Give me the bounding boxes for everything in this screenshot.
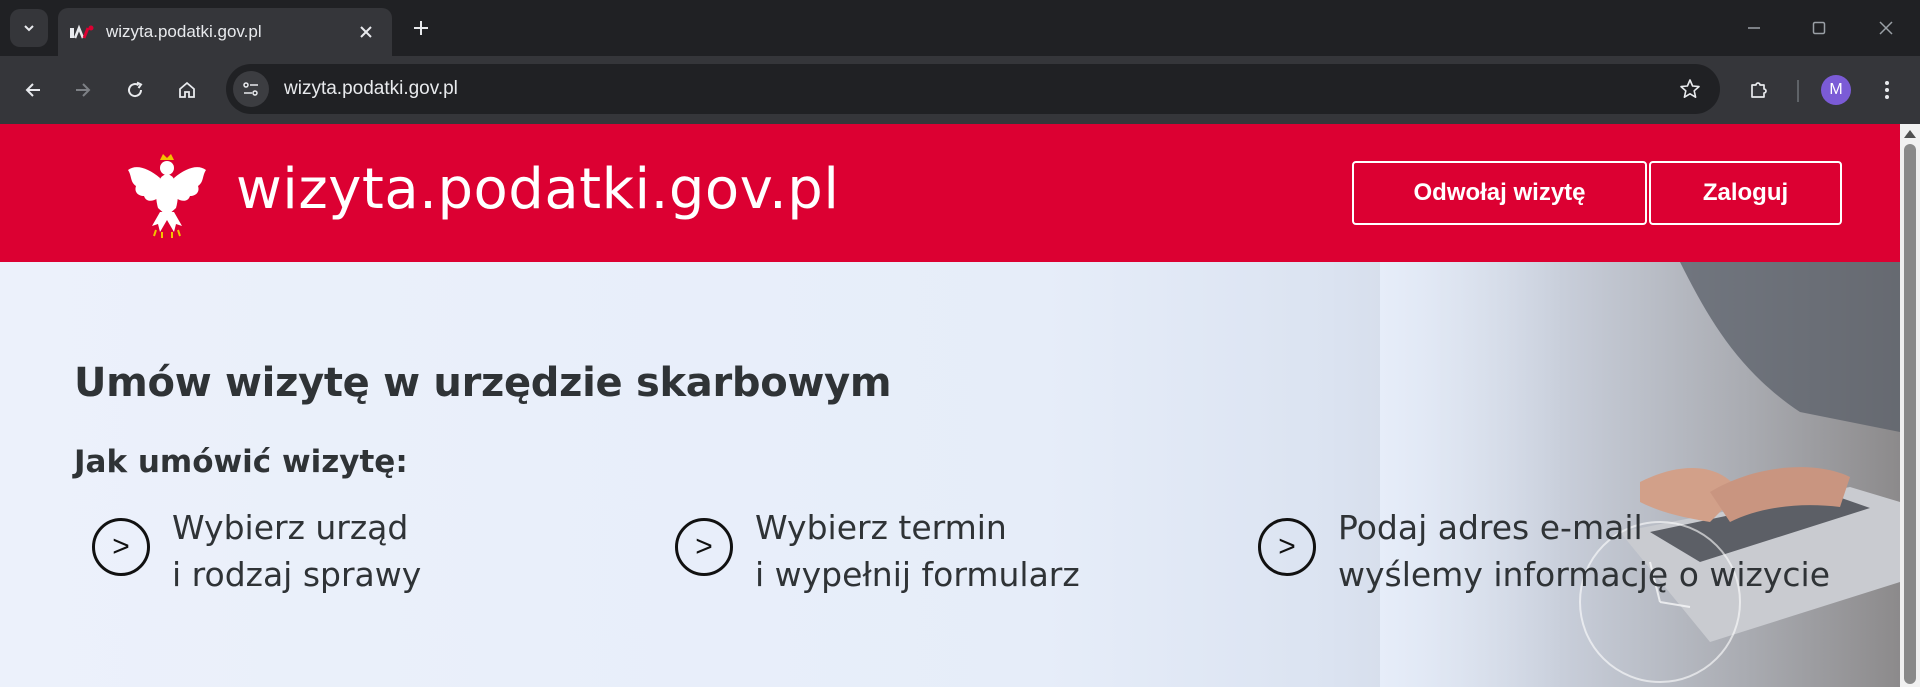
profile-button[interactable]: M <box>1817 71 1855 109</box>
tune-icon <box>243 82 258 96</box>
step-text-line2: wyślemy informację o wizycie <box>1338 555 1831 594</box>
new-tab-button[interactable] <box>406 13 436 43</box>
page-viewport: wizyta.podatki.gov.pl Odwołaj wizytę Zal… <box>0 124 1900 687</box>
minimize-icon <box>1748 27 1760 29</box>
star-icon <box>1680 79 1700 98</box>
site-favicon-icon <box>70 24 94 39</box>
plus-icon <box>414 21 428 35</box>
extensions-button[interactable] <box>1740 71 1778 109</box>
step-text-line2: i wypełnij formularz <box>755 555 1080 594</box>
step-item: > Podaj adres e-mail wyślemy informację … <box>1258 504 1830 598</box>
chevron-right-icon: > <box>92 518 150 576</box>
scrollbar-thumb[interactable] <box>1904 144 1916 684</box>
step-text: Wybierz termin i wypełnij formularz <box>755 504 1080 598</box>
step-text-line1: Wybierz urząd <box>172 508 409 547</box>
step-text: Podaj adres e-mail wyślemy informację o … <box>1338 504 1830 598</box>
tab-close-button[interactable] <box>354 20 378 44</box>
tab-title: wizyta.podatki.gov.pl <box>106 22 262 41</box>
browser-menu-button[interactable] <box>1868 71 1906 109</box>
step-item: > Wybierz termin i wypełnij formularz <box>675 504 1080 598</box>
puzzle-icon <box>1751 82 1767 98</box>
home-icon <box>179 81 195 98</box>
cancel-visit-button[interactable]: Odwołaj wizytę <box>1352 161 1647 225</box>
step-text-line1: Wybierz termin <box>755 508 1007 547</box>
url-text[interactable]: wizyta.podatki.gov.pl <box>284 78 1672 100</box>
site-info-button[interactable] <box>233 71 269 107</box>
close-window-button[interactable] <box>1864 10 1908 46</box>
arrow-right-icon <box>76 83 91 97</box>
chevron-right-icon: > <box>675 518 733 576</box>
home-button[interactable] <box>168 71 206 109</box>
site-name[interactable]: wizyta.podatki.gov.pl <box>236 154 839 227</box>
forward-button[interactable] <box>64 71 102 109</box>
site-header: wizyta.podatki.gov.pl Odwołaj wizytę Zal… <box>0 124 1900 262</box>
more-vert-icon <box>1885 81 1889 99</box>
how-to-subtitle: Jak umówić wizytę: <box>74 444 408 480</box>
page-title: Umów wizytę w urzędzie skarbowym <box>74 360 892 406</box>
step-text: Wybierz urząd i rodzaj sprawy <box>172 504 421 598</box>
avatar: M <box>1821 75 1851 105</box>
polish-eagle-emblem-icon <box>128 154 206 238</box>
tab-search-button[interactable] <box>10 9 48 47</box>
browser-toolbar: wizyta.podatki.gov.pl M <box>0 56 1920 124</box>
close-icon <box>1879 21 1893 35</box>
maximize-icon <box>1812 21 1826 35</box>
login-button[interactable]: Zaloguj <box>1649 161 1842 225</box>
tab-strip: wizyta.podatki.gov.pl <box>0 0 1920 56</box>
minimize-button[interactable] <box>1732 10 1776 46</box>
address-bar[interactable]: wizyta.podatki.gov.pl <box>226 64 1720 114</box>
toolbar-divider <box>1797 80 1799 102</box>
back-button[interactable] <box>14 71 52 109</box>
reload-button[interactable] <box>116 71 154 109</box>
chevron-right-icon: > <box>1258 518 1316 576</box>
page-scrollbar[interactable] <box>1900 124 1920 687</box>
arrow-left-icon <box>25 83 40 97</box>
bookmark-button[interactable] <box>1672 71 1708 107</box>
step-item: > Wybierz urząd i rodzaj sprawy <box>92 504 421 598</box>
browser-tab[interactable]: wizyta.podatki.gov.pl <box>58 8 392 56</box>
scroll-up-arrow-icon[interactable] <box>1904 130 1916 138</box>
step-text-line1: Podaj adres e-mail <box>1338 508 1643 547</box>
maximize-button[interactable] <box>1797 10 1841 46</box>
step-text-line2: i rodzaj sprawy <box>172 555 422 594</box>
reload-icon <box>128 81 143 98</box>
laptop-hands-clock-illustration <box>1380 262 1900 687</box>
close-icon <box>360 26 372 38</box>
chevron-down-icon <box>24 25 34 32</box>
